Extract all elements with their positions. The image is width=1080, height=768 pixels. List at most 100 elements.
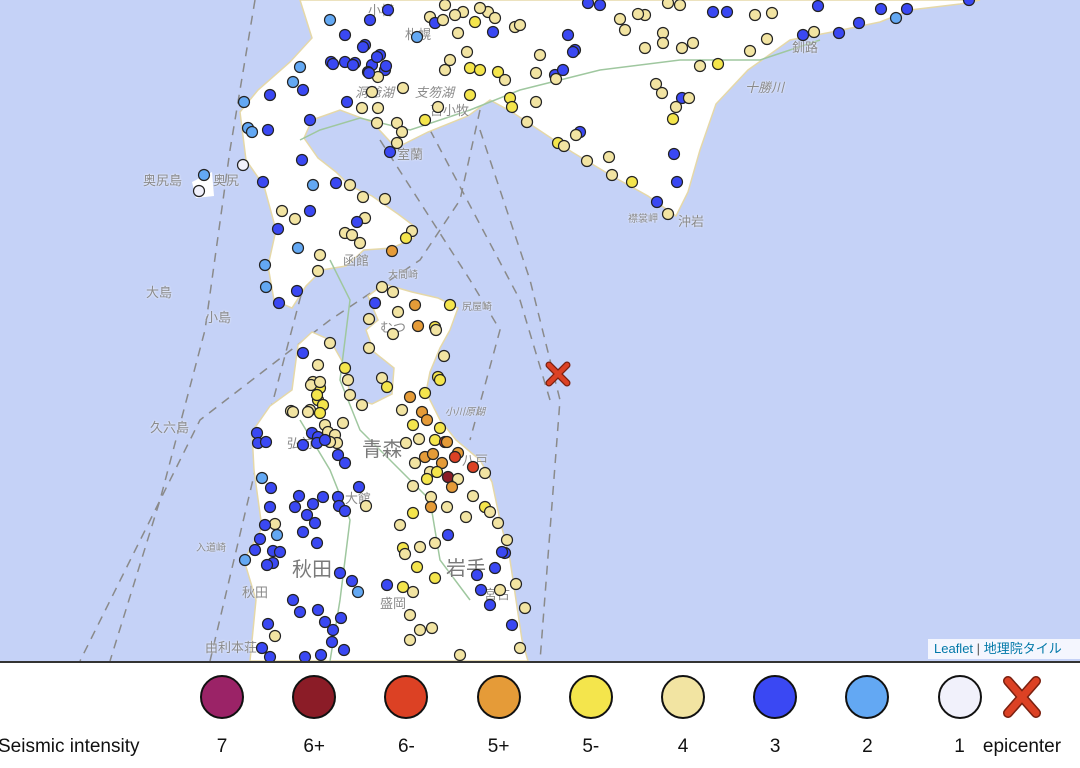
station-marker-intensity-3[interactable]: [650, 195, 664, 209]
station-marker-intensity-4[interactable]: [428, 536, 442, 550]
station-marker-intensity-2[interactable]: [291, 241, 305, 255]
station-marker-intensity-5+[interactable]: [408, 298, 422, 312]
station-marker-intensity-3[interactable]: [356, 40, 370, 54]
station-marker-intensity-3[interactable]: [261, 123, 275, 137]
station-marker-intensity-4[interactable]: [336, 416, 350, 430]
map[interactable]: 奥尻島 奥尻 大島 小島 久六島 函館 大間崎 尻屋崎 むつ 室蘭 小川原湖 青…: [0, 0, 1080, 663]
station-marker-intensity-4[interactable]: [362, 341, 376, 355]
station-marker-intensity-4[interactable]: [765, 6, 779, 20]
station-marker-intensity-3[interactable]: [670, 175, 684, 189]
station-marker-intensity-3[interactable]: [298, 650, 312, 662]
station-marker-intensity-3[interactable]: [303, 204, 317, 218]
station-marker-intensity-3[interactable]: [380, 578, 394, 592]
station-marker-intensity-3[interactable]: [293, 605, 307, 619]
station-marker-intensity-5-[interactable]: [418, 386, 432, 400]
station-marker-intensity-6-[interactable]: [466, 460, 480, 474]
station-marker-intensity-4[interactable]: [375, 280, 389, 294]
station-marker-intensity-4[interactable]: [429, 323, 443, 337]
station-marker-intensity-5-[interactable]: [505, 100, 519, 114]
station-marker-intensity-4[interactable]: [412, 432, 426, 446]
station-marker-intensity-3[interactable]: [474, 583, 488, 597]
station-marker-intensity-4[interactable]: [533, 48, 547, 62]
station-marker-intensity-3[interactable]: [852, 16, 866, 30]
station-marker-intensity-4[interactable]: [362, 312, 376, 326]
station-marker-intensity-3[interactable]: [488, 561, 502, 575]
station-marker-intensity-6-[interactable]: [448, 450, 462, 464]
station-marker-intensity-4[interactable]: [438, 0, 452, 12]
station-marker-intensity-4[interactable]: [493, 583, 507, 597]
station-marker-intensity-4[interactable]: [395, 125, 409, 139]
station-marker-intensity-4[interactable]: [408, 456, 422, 470]
station-marker-intensity-4[interactable]: [386, 327, 400, 341]
station-marker-intensity-3[interactable]: [370, 50, 384, 64]
station-marker-intensity-3[interactable]: [811, 0, 825, 13]
station-marker-intensity-5-[interactable]: [468, 15, 482, 29]
station-marker-intensity-5-[interactable]: [396, 580, 410, 594]
station-marker-intensity-4[interactable]: [370, 116, 384, 130]
station-marker-intensity-4[interactable]: [311, 264, 325, 278]
station-marker-intensity-3[interactable]: [441, 528, 455, 542]
station-marker-intensity-3[interactable]: [505, 618, 519, 632]
station-marker-intensity-3[interactable]: [383, 145, 397, 159]
station-marker-intensity-4[interactable]: [743, 44, 757, 58]
station-marker-intensity-4[interactable]: [448, 8, 462, 22]
station-marker-intensity-4[interactable]: [406, 585, 420, 599]
station-marker-intensity-2[interactable]: [259, 280, 273, 294]
station-marker-intensity-5-[interactable]: [420, 472, 434, 486]
station-marker-intensity-3[interactable]: [900, 2, 914, 16]
station-marker-intensity-4[interactable]: [413, 540, 427, 554]
leaflet-link[interactable]: Leaflet: [934, 641, 973, 656]
station-marker-intensity-3[interactable]: [962, 0, 976, 7]
station-marker-intensity-3[interactable]: [255, 641, 269, 655]
station-marker-intensity-4[interactable]: [661, 207, 675, 221]
station-marker-intensity-3[interactable]: [296, 525, 310, 539]
station-marker-intensity-2[interactable]: [286, 75, 300, 89]
station-marker-intensity-4[interactable]: [343, 178, 357, 192]
station-marker-intensity-3[interactable]: [556, 63, 570, 77]
station-marker-intensity-4[interactable]: [275, 204, 289, 218]
station-marker-intensity-3[interactable]: [334, 611, 348, 625]
station-marker-intensity-4[interactable]: [673, 0, 687, 12]
station-marker-intensity-3[interactable]: [271, 222, 285, 236]
station-marker-intensity-4[interactable]: [301, 405, 315, 419]
station-marker-intensity-5-[interactable]: [463, 61, 477, 75]
gsi-tiles-link[interactable]: 地理院タイル: [984, 641, 1062, 656]
station-marker-intensity-4[interactable]: [459, 510, 473, 524]
station-marker-intensity-3[interactable]: [260, 558, 274, 572]
station-marker-intensity-4[interactable]: [451, 26, 465, 40]
station-marker-intensity-5+[interactable]: [385, 244, 399, 258]
station-marker-intensity-5+[interactable]: [424, 500, 438, 514]
station-marker-intensity-3[interactable]: [483, 598, 497, 612]
station-marker-intensity-3[interactable]: [311, 603, 325, 617]
station-marker-intensity-2[interactable]: [410, 30, 424, 44]
station-marker-intensity-4[interactable]: [288, 212, 302, 226]
station-marker-intensity-4[interactable]: [807, 25, 821, 39]
station-marker-intensity-4[interactable]: [437, 349, 451, 363]
station-marker-intensity-5-[interactable]: [430, 465, 444, 479]
station-marker-intensity-5+[interactable]: [440, 435, 454, 449]
station-marker-intensity-3[interactable]: [263, 650, 277, 662]
station-marker-intensity-3[interactable]: [706, 5, 720, 19]
station-marker-intensity-3[interactable]: [363, 13, 377, 27]
station-marker-intensity-2[interactable]: [889, 11, 903, 25]
station-marker-intensity-4[interactable]: [431, 100, 445, 114]
station-marker-intensity-5-[interactable]: [406, 418, 420, 432]
station-marker-intensity-3[interactable]: [338, 456, 352, 470]
station-marker-intensity-4[interactable]: [395, 403, 409, 417]
station-marker-intensity-4[interactable]: [760, 32, 774, 46]
station-marker-intensity-4[interactable]: [656, 36, 670, 50]
station-marker-intensity-3[interactable]: [263, 88, 277, 102]
station-marker-intensity-3[interactable]: [329, 176, 343, 190]
station-marker-intensity-4[interactable]: [268, 517, 282, 531]
station-marker-intensity-3[interactable]: [261, 617, 275, 631]
station-marker-intensity-4[interactable]: [343, 388, 357, 402]
station-marker-intensity-3[interactable]: [292, 489, 306, 503]
station-marker-intensity-4[interactable]: [638, 41, 652, 55]
station-marker-intensity-5-[interactable]: [428, 571, 442, 585]
station-marker-intensity-5-[interactable]: [310, 388, 324, 402]
station-marker-intensity-5-[interactable]: [338, 361, 352, 375]
station-marker-intensity-5-[interactable]: [463, 88, 477, 102]
station-marker-intensity-4[interactable]: [391, 305, 405, 319]
station-marker-intensity-4[interactable]: [529, 95, 543, 109]
station-marker-intensity-5-[interactable]: [433, 421, 447, 435]
